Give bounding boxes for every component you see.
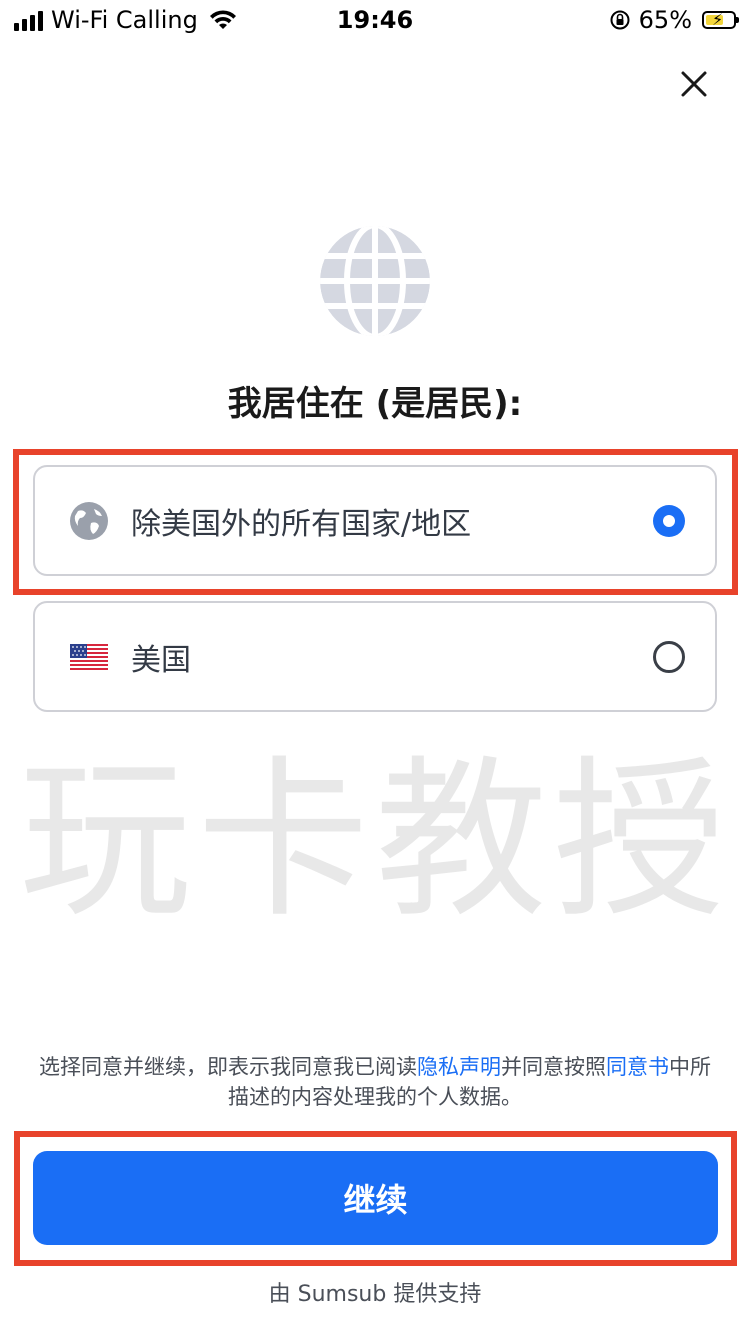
option-outside-us[interactable]: 除美国外的所有国家/地区 bbox=[33, 465, 717, 576]
continue-button[interactable]: 继续 bbox=[33, 1151, 718, 1245]
option-label: 除美国外的所有国家/地区 bbox=[131, 506, 472, 542]
close-button[interactable] bbox=[666, 62, 722, 106]
consent-agreement-link[interactable]: 同意书 bbox=[606, 1055, 669, 1079]
globe-icon bbox=[69, 501, 109, 541]
close-icon bbox=[681, 71, 707, 97]
radio-selected[interactable] bbox=[653, 504, 685, 537]
globe-icon bbox=[320, 226, 430, 336]
page-title: 我居住在 (是居民): bbox=[227, 384, 523, 424]
consent-text-middle: 并同意按照 bbox=[501, 1055, 606, 1079]
battery-percent: 65% bbox=[638, 6, 692, 34]
kyc-residence-screen: Wi-Fi Calling 19:46 65% ⚡ 我居住在 (是居民): 除美… bbox=[0, 0, 750, 1334]
watermark: 玩卡教授 bbox=[19, 740, 731, 941]
status-right: 65% ⚡ bbox=[609, 6, 739, 34]
consent-text-before: 选择同意并继续，即表示我同意我已阅读 bbox=[39, 1055, 417, 1079]
privacy-notice-link[interactable]: 隐私声明 bbox=[417, 1055, 501, 1079]
option-us[interactable]: 美国 bbox=[33, 601, 717, 712]
orientation-lock-icon bbox=[610, 10, 630, 30]
powered-by-footer: 由 Sumsub 提供支持 bbox=[268, 1282, 482, 1307]
us-flag-icon bbox=[69, 637, 109, 677]
consent-text: 选择同意并继续，即表示我同意我已阅读隐私声明并同意按照同意书中所描述的内容处理我… bbox=[36, 1052, 714, 1112]
battery-charging-icon: ⚡ bbox=[702, 10, 739, 29]
bolt-icon: ⚡ bbox=[712, 10, 724, 29]
status-bar: Wi-Fi Calling 19:46 65% ⚡ bbox=[0, 0, 750, 42]
option-label: 美国 bbox=[131, 642, 191, 678]
radio-unselected[interactable] bbox=[653, 640, 685, 673]
